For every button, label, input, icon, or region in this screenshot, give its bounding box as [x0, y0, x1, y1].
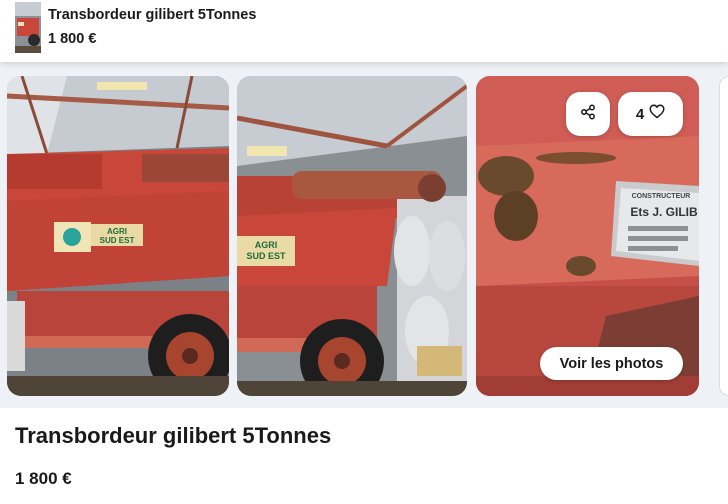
header-price: 1 800 €: [48, 31, 97, 47]
plate-brand: Ets J. GILIB: [630, 205, 698, 219]
photo1-sign-left: AGRI: [107, 227, 127, 236]
plate-title: CONSTRUCTEUR: [632, 193, 691, 200]
photo2-sign-top: AGRI: [255, 240, 278, 250]
sticky-header: Transbordeur gilibert 5Tonnes 1 800 €: [0, 0, 728, 62]
heart-icon: [649, 104, 665, 124]
photo2-sign-bottom: SUD EST: [246, 251, 286, 261]
header-title: Transbordeur gilibert 5Tonnes: [48, 7, 257, 23]
favorite-count: 4: [635, 105, 645, 123]
share-icon: [580, 104, 596, 125]
favorite-button[interactable]: 4: [618, 92, 683, 136]
listing-photo-1[interactable]: AGRI SUD EST: [7, 76, 229, 396]
next-photo-peek[interactable]: [719, 76, 728, 396]
view-photos-button[interactable]: Voir les photos: [540, 347, 683, 380]
listing-price: 1 800 €: [15, 469, 72, 488]
listing-title: Transbordeur gilibert 5Tonnes: [15, 423, 332, 448]
share-button[interactable]: [566, 92, 610, 136]
photo1-sign-right: SUD EST: [100, 236, 135, 245]
header-thumbnail[interactable]: [15, 2, 41, 53]
listing-photo-2[interactable]: AGRI SUD EST: [237, 76, 467, 396]
